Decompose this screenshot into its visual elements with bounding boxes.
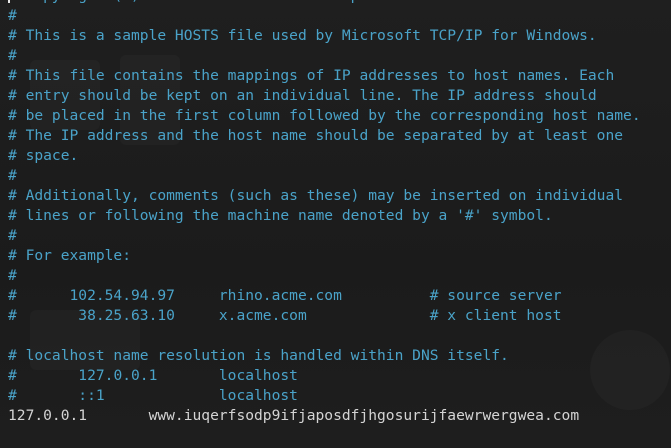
editor-line[interactable]: # lines or following the machine name de… [8, 206, 641, 226]
editor-line[interactable]: # [8, 266, 641, 286]
editor-line-text: # entry should be kept on an individual … [8, 87, 597, 104]
editor-line-text: # Copyright (c) 1993-2009 Microsoft Corp… [8, 0, 368, 4]
editor-line-text: # The IP address and the host name shoul… [8, 127, 624, 144]
editor-line[interactable]: # For example: [8, 246, 641, 266]
editor-line-text: # lines or following the machine name de… [8, 207, 553, 224]
editor-line[interactable]: # 38.25.63.10 x.acme.com # x client host [8, 306, 641, 326]
editor-line[interactable]: # space. [8, 146, 641, 166]
editor-line[interactable]: # ::1 localhost [8, 386, 641, 406]
editor-line[interactable]: # The IP address and the host name shoul… [8, 126, 641, 146]
editor-line-text: # localhost name resolution is handled w… [8, 347, 509, 364]
editor-line[interactable]: # [8, 46, 641, 66]
editor-line-text: # [8, 7, 17, 24]
editor-line[interactable]: # [8, 166, 641, 186]
editor-line[interactable]: # localhost name resolution is handled w… [8, 346, 641, 366]
editor-line-text: # [8, 267, 17, 284]
editor-line-text: # 102.54.94.97 rhino.acme.com # source s… [8, 287, 562, 304]
editor-line[interactable]: # Additionally, comments (such as these)… [8, 186, 641, 206]
editor-line-text: # be placed in the first column followed… [8, 107, 641, 124]
text-editor[interactable]: # Copyright (c) 1993-2009 Microsoft Corp… [0, 0, 671, 448]
editor-line[interactable]: # This is a sample HOSTS file used by Mi… [8, 26, 641, 46]
editor-line[interactable]: # 102.54.94.97 rhino.acme.com # source s… [8, 286, 641, 306]
editor-line-text: # space. [8, 147, 79, 164]
editor-line-text: # 38.25.63.10 x.acme.com # x client host [8, 307, 562, 324]
editor-line-text: # [8, 167, 17, 184]
editor-line-text: # ::1 localhost [8, 387, 298, 404]
editor-line-text: # 127.0.0.1 localhost [8, 367, 298, 384]
editor-line[interactable]: 127.0.0.1 www.iuqerfsodp9ifjaposdfjhgosu… [8, 406, 641, 426]
editor-line-text: # For example: [8, 247, 132, 264]
editor-line[interactable]: # [8, 6, 641, 26]
editor-line-text: # Additionally, comments (such as these)… [8, 187, 624, 204]
editor-line[interactable]: # be placed in the first column followed… [8, 106, 641, 126]
editor-line[interactable]: # [8, 226, 641, 246]
editor-line[interactable] [8, 326, 641, 346]
editor-line-text: # This is a sample HOSTS file used by Mi… [8, 27, 597, 44]
editor-line-text: # [8, 227, 17, 244]
editor-line-text: # [8, 47, 17, 64]
editor-line[interactable]: # 127.0.0.1 localhost [8, 366, 641, 386]
editor-line[interactable]: # entry should be kept on an individual … [8, 86, 641, 106]
editor-line-text: 127.0.0.1 www.iuqerfsodp9ifjaposdfjhgosu… [8, 407, 580, 424]
editor-line-text: # This file contains the mappings of IP … [8, 67, 615, 84]
editor-line[interactable]: # This file contains the mappings of IP … [8, 66, 641, 86]
hosts-file-content[interactable]: # Copyright (c) 1993-2009 Microsoft Corp… [8, 0, 641, 426]
